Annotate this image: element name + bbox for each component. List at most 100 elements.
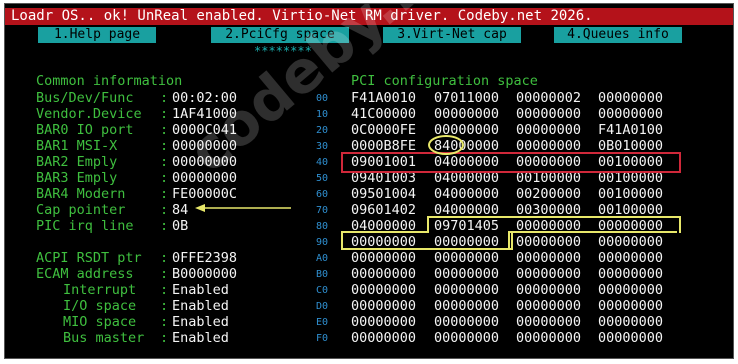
pci-dword-cell: 00000000 — [516, 218, 582, 234]
pci-dword-cell: 00000000 — [434, 314, 500, 330]
info-field-label: BAR1 MSI-X — [36, 138, 118, 154]
pci-dword-cell: 00000000 — [434, 282, 500, 298]
pci-dword-cell: 00000000 — [516, 122, 582, 138]
info-field-value: 0B — [172, 218, 189, 234]
pci-row-offset: B0 — [316, 269, 329, 280]
pci-config-title: PCI configuration space — [351, 73, 538, 89]
info-field-value: FE00000C — [172, 186, 238, 202]
pci-dword-cell: 00000000 — [351, 330, 417, 346]
pci-dword-cell: 00100000 — [598, 186, 664, 202]
info-field-separator: : — [160, 170, 169, 186]
tab-queues-info[interactable]: 4.Queues info — [554, 27, 682, 43]
pci-row-offset: A0 — [316, 253, 329, 264]
pci-dword-cell: 00000000 — [434, 266, 500, 282]
pci-dword-cell: 00000000 — [434, 330, 500, 346]
pci-dword-cell: 07011000 — [434, 90, 500, 106]
pci-dword-cell: 0B010000 — [598, 138, 664, 154]
pci-dword-cell: 00000000 — [434, 298, 500, 314]
pci-dword-cell: 00000000 — [598, 298, 664, 314]
pci-dword-cell: 00000000 — [516, 330, 582, 346]
cap-region-highlight-step — [508, 231, 510, 248]
info-field-separator: : — [160, 122, 169, 138]
pci-dword-cell: 09001001 — [351, 154, 417, 170]
info-field-label: PIC irq line — [36, 218, 134, 234]
pci-dword-cell: 00200000 — [516, 186, 582, 202]
pci-dword-cell: 09501004 — [351, 186, 417, 202]
pci-dword-cell: 00000000 — [434, 250, 500, 266]
dos-screen: Loadr OS.. ok! UnReal enabled. Virtio-Ne… — [4, 3, 734, 359]
pci-dword-cell: 00000000 — [516, 138, 582, 154]
pci-dword-cell: 00100000 — [598, 154, 664, 170]
pci-dword-cell: 0000B8FE — [351, 138, 417, 154]
pci-row-offset: 90 — [316, 237, 329, 248]
status-field-label: Interrupt — [63, 282, 137, 298]
pci-dword-cell: 04000000 — [434, 202, 500, 218]
pci-dword-cell: 00000000 — [434, 106, 500, 122]
common-info-title: Common information — [36, 73, 183, 89]
status-field-separator: : — [160, 282, 169, 298]
acpi-field-value: 0FFE2398 — [172, 250, 238, 266]
info-field-value: 84 — [172, 202, 189, 218]
status-field-value: Enabled — [172, 314, 229, 330]
acpi-field-separator: : — [160, 250, 169, 266]
pci-dword-cell: 04000000 — [351, 218, 417, 234]
info-field-label: Cap pointer — [36, 202, 126, 218]
pci-dword-cell: 00000000 — [351, 314, 417, 330]
info-field-separator: : — [160, 186, 169, 202]
status-field-separator: : — [160, 314, 169, 330]
pci-dword-cell: 00000000 — [598, 90, 664, 106]
pci-row-offset: 30 — [316, 141, 329, 152]
acpi-field-separator: : — [160, 266, 169, 282]
acpi-field-value: B0000000 — [172, 266, 238, 282]
status-field-label: I/O space — [63, 298, 137, 314]
pci-row-offset: 70 — [316, 205, 329, 216]
info-field-label: BAR0 IO port — [36, 122, 134, 138]
pci-dword-cell: 00000000 — [598, 266, 664, 282]
pci-row-offset: 20 — [316, 125, 329, 136]
info-field-separator: : — [160, 154, 169, 170]
pci-dword-cell: 00000000 — [516, 234, 582, 250]
pci-dword-cell: 09601402 — [351, 202, 417, 218]
cap-pointer-arrow-icon — [195, 204, 291, 212]
pci-dword-cell: 00100000 — [516, 170, 582, 186]
pci-dword-cell: 09401003 — [351, 170, 417, 186]
status-field-value: Enabled — [172, 330, 229, 346]
pci-dword-cell: 00300000 — [516, 202, 582, 218]
pci-dword-cell: 00000000 — [516, 314, 582, 330]
pci-dword-cell: 00000000 — [516, 106, 582, 122]
pci-dword-cell: 00000000 — [516, 266, 582, 282]
tab-help-page[interactable]: 1.Help page — [38, 27, 156, 43]
pci-row-offset: 50 — [316, 173, 329, 184]
pci-dword-cell: 00000000 — [351, 266, 417, 282]
info-field-separator: : — [160, 90, 169, 106]
status-field-separator: : — [160, 298, 169, 314]
status-field-label: Bus master — [63, 330, 145, 346]
pci-row-offset: D0 — [316, 301, 329, 312]
pci-dword-cell: 00000000 — [434, 122, 500, 138]
pci-dword-cell: 00000000 — [351, 282, 417, 298]
pci-dword-cell: 04000000 — [434, 186, 500, 202]
info-field-separator: : — [160, 106, 169, 122]
pci-dword-cell: 00000000 — [598, 218, 664, 234]
pci-dword-cell: 09701405 — [434, 218, 500, 234]
status-field-value: Enabled — [172, 298, 229, 314]
pci-dword-cell: 00000000 — [434, 234, 500, 250]
pci-row-offset: C0 — [316, 285, 329, 296]
banner-text: Loadr OS.. ok! UnReal enabled. Virtio-Ne… — [11, 8, 593, 24]
pci-row-offset: 60 — [316, 189, 329, 200]
pci-row-offset: F0 — [316, 333, 329, 344]
pci-row-offset: 80 — [316, 221, 329, 232]
pci-dword-cell: 00000000 — [598, 330, 664, 346]
pci-row-offset: E0 — [316, 317, 329, 328]
pci-dword-cell: 00100000 — [598, 170, 664, 186]
pci-dword-cell: 04000000 — [434, 170, 500, 186]
pci-dword-cell: 00100000 — [598, 202, 664, 218]
pci-dword-cell: 00000000 — [598, 234, 664, 250]
info-field-label: BAR2 Emply — [36, 154, 118, 170]
pci-dword-cell: F41A0010 — [351, 90, 417, 106]
pci-dword-cell: 00000000 — [516, 282, 582, 298]
info-field-label: BAR4 Modern — [36, 186, 126, 202]
pci-dword-cell: 41C00000 — [351, 106, 417, 122]
pci-dword-cell: 00000000 — [516, 250, 582, 266]
pci-dword-cell: 84000000 — [434, 138, 500, 154]
